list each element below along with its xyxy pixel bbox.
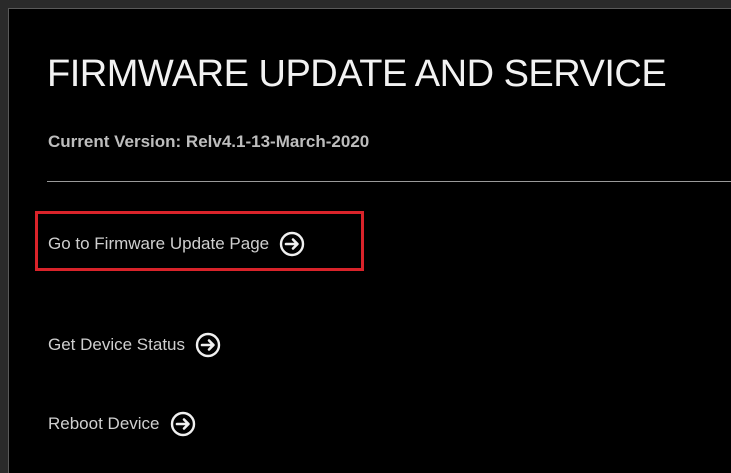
go-to-firmware-update-link[interactable]: Go to Firmware Update Page xyxy=(48,231,305,257)
device-status-link-label: Get Device Status xyxy=(48,335,186,354)
arrow-right-circle-icon[interactable] xyxy=(170,411,196,437)
section-divider xyxy=(47,181,731,182)
arrow-right-circle-icon[interactable] xyxy=(195,332,221,358)
firmware-update-link-label: Go to Firmware Update Page xyxy=(48,234,270,253)
reboot-device-link[interactable]: Reboot Device xyxy=(48,411,196,437)
current-version-label: Current Version: Relv4.1-13-March-2020 xyxy=(48,132,370,151)
reboot-device-link-label: Reboot Device xyxy=(48,414,160,433)
arrow-right-circle-icon[interactable] xyxy=(279,231,305,257)
page-title: FIRMWARE UPDATE AND SERVICE xyxy=(47,53,667,95)
firmware-service-panel: FIRMWARE UPDATE AND SERVICE Current Vers… xyxy=(8,8,731,473)
get-device-status-link[interactable]: Get Device Status xyxy=(48,332,221,358)
